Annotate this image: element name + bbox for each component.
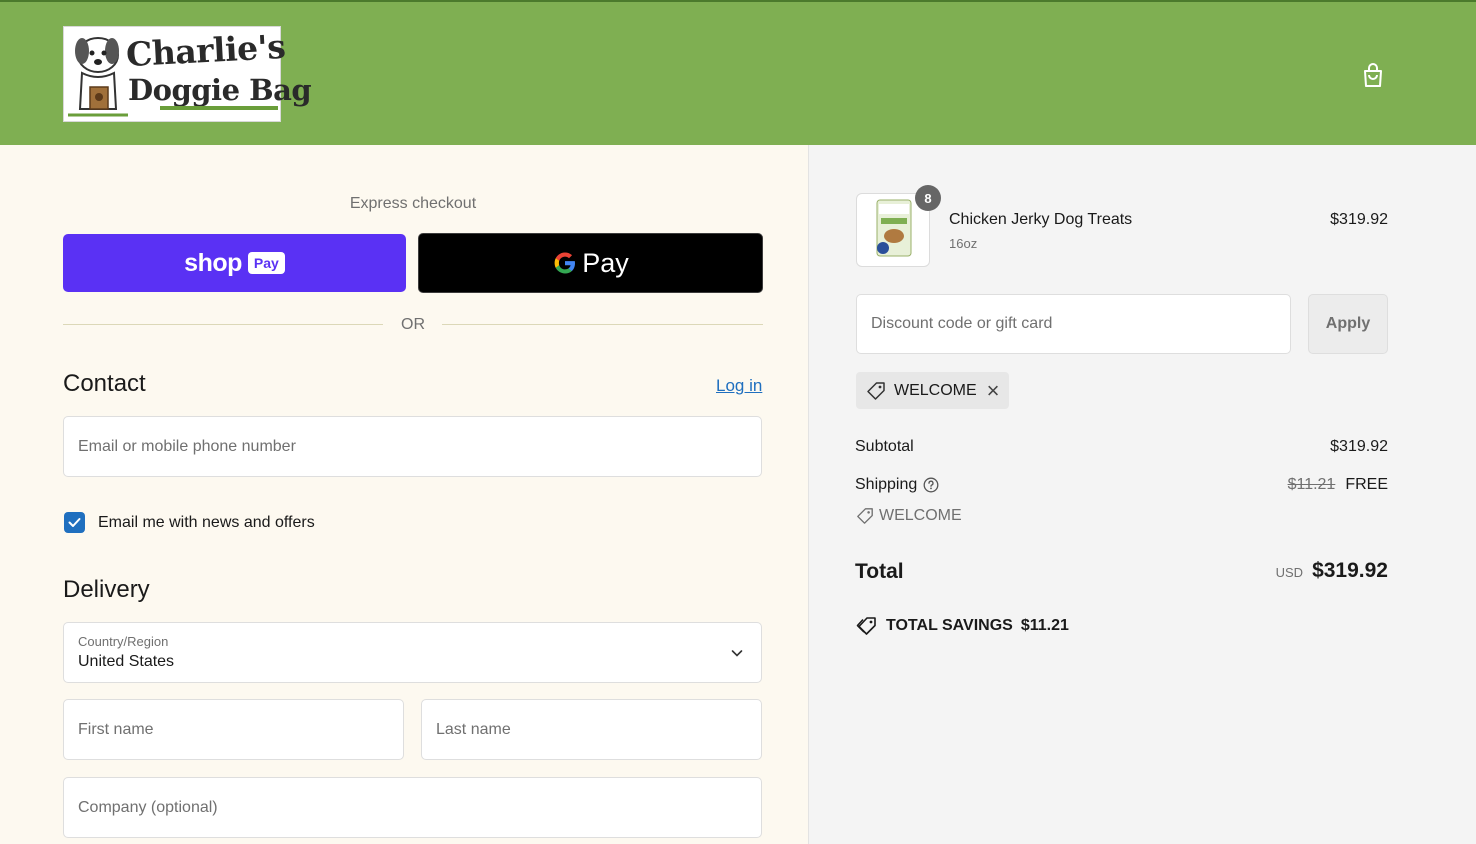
email-placeholder: Email or mobile phone number bbox=[78, 437, 296, 455]
applied-discount-chip: WELCOME × bbox=[856, 372, 1009, 409]
currency-code: USD bbox=[1275, 565, 1304, 580]
quantity-badge: 8 bbox=[915, 185, 941, 211]
discount-placeholder: Discount code or gift card bbox=[871, 315, 1053, 332]
help-circle-icon[interactable] bbox=[923, 477, 939, 493]
shipping-value-row: $11.21 FREE bbox=[1288, 476, 1388, 494]
logo-underline bbox=[160, 106, 278, 110]
shipping-discount-line: WELCOME bbox=[856, 507, 962, 525]
country-label: Country/Region bbox=[78, 634, 169, 649]
last-name-field[interactable]: Last name bbox=[421, 699, 762, 760]
express-checkout-label: Express checkout bbox=[349, 195, 477, 212]
total-value-row: USD $319.92 bbox=[1276, 559, 1388, 583]
checkout-form-panel: Express checkout shop Pay Pay OR Contact… bbox=[0, 145, 808, 844]
contact-heading: Contact bbox=[63, 370, 146, 397]
applied-discount-code: WELCOME bbox=[894, 381, 977, 399]
shipping-value: FREE bbox=[1345, 476, 1388, 493]
shop-pay-word: shop bbox=[184, 248, 242, 277]
store-header: Charlie's Doggie Bag bbox=[0, 0, 1476, 145]
total-savings: TOTAL SAVINGS $11.21 bbox=[856, 616, 1069, 636]
country-value: United States bbox=[78, 653, 175, 670]
brand-name-line1: Charlie's bbox=[125, 26, 287, 75]
newsletter-checkbox[interactable] bbox=[64, 512, 85, 533]
shipping-row-label: Shipping bbox=[855, 476, 939, 494]
product-variant: 16oz bbox=[949, 236, 978, 251]
savings-tag-icon bbox=[856, 617, 876, 635]
or-text: OR bbox=[401, 316, 425, 333]
discount-code-field[interactable]: Discount code or gift card bbox=[856, 294, 1291, 354]
product-name: Chicken Jerky Dog Treats bbox=[949, 211, 1133, 228]
country-select[interactable]: Country/Region United States bbox=[63, 622, 762, 683]
tag-icon bbox=[857, 508, 873, 524]
shopping-bag-icon bbox=[1364, 63, 1382, 87]
chevron-down-icon bbox=[731, 650, 743, 657]
apply-discount-button[interactable]: Apply bbox=[1308, 294, 1388, 354]
company-placeholder: Company (optional) bbox=[78, 798, 218, 816]
email-field[interactable]: Email or mobile phone number bbox=[63, 416, 762, 477]
checkmark-icon bbox=[68, 518, 81, 527]
cart-button[interactable] bbox=[1359, 61, 1387, 89]
tag-icon bbox=[867, 381, 885, 400]
delivery-heading: Delivery bbox=[63, 576, 150, 603]
log-in-link[interactable]: Log in bbox=[716, 376, 762, 396]
shop-pay-pill: Pay bbox=[247, 252, 285, 274]
savings-value: $11.21 bbox=[1020, 617, 1069, 634]
remove-discount-icon[interactable]: × bbox=[987, 379, 1000, 402]
shipping-discount-code: WELCOME bbox=[879, 507, 962, 524]
order-summary-panel: 8 Chicken Jerky Dog Treats 16oz $319.92 … bbox=[808, 145, 1476, 844]
shipping-label: Shipping bbox=[855, 476, 918, 493]
first-name-field[interactable]: First name bbox=[63, 699, 404, 760]
subtotal-value: $319.92 bbox=[1330, 438, 1388, 455]
google-pay-button[interactable]: Pay bbox=[418, 233, 763, 293]
google-g-icon bbox=[554, 252, 576, 274]
first-name-placeholder: First name bbox=[78, 720, 154, 738]
newsletter-label[interactable]: Email me with news and offers bbox=[98, 514, 315, 532]
shipping-original-price: $11.21 bbox=[1287, 476, 1336, 493]
subtotal-label: Subtotal bbox=[855, 438, 914, 455]
savings-label: TOTAL SAVINGS bbox=[886, 617, 1013, 634]
or-divider: OR bbox=[63, 315, 763, 335]
total-label: Total bbox=[855, 560, 904, 583]
last-name-placeholder: Last name bbox=[436, 720, 511, 738]
store-logo[interactable]: Charlie's Doggie Bag bbox=[63, 26, 312, 122]
dog-mascot-icon bbox=[68, 37, 128, 117]
shop-pay-button[interactable]: shop Pay bbox=[63, 234, 406, 292]
product-price: $319.92 bbox=[1330, 211, 1388, 228]
total-value: $319.92 bbox=[1312, 559, 1388, 582]
google-pay-label: Pay bbox=[582, 247, 629, 278]
company-field[interactable]: Company (optional) bbox=[63, 777, 762, 838]
brand-name-line2: Doggie Bag bbox=[128, 73, 312, 107]
